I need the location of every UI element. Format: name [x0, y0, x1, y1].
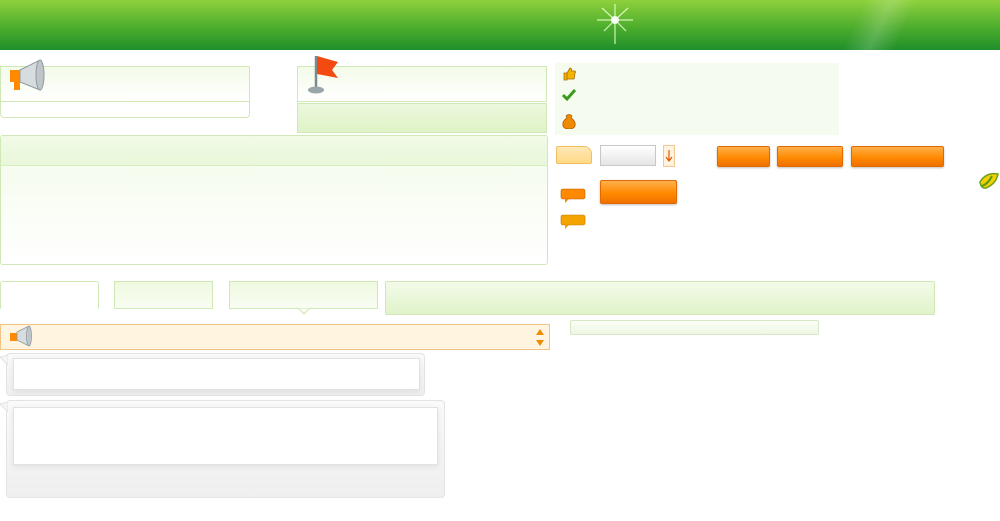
thumbs-up-icon	[562, 67, 576, 84]
tab-2[interactable]	[114, 281, 213, 309]
content-panel-header	[1, 136, 547, 166]
comment-input-2[interactable]	[13, 407, 438, 465]
megaphone-icon	[10, 325, 32, 347]
action-button-3[interactable]	[851, 146, 944, 167]
progress-strip	[570, 320, 819, 335]
comment-bubble-1	[6, 353, 425, 396]
notice-panel-bar	[297, 103, 547, 133]
action-button-1[interactable]	[717, 146, 770, 167]
primary-action-button[interactable]	[600, 180, 677, 204]
header-banner	[0, 0, 1000, 50]
bubble-pointer-2	[0, 402, 8, 412]
announcement-panel-footer	[0, 102, 250, 118]
text-input[interactable]	[600, 145, 656, 166]
header-light-streak	[760, 0, 1000, 50]
status-list	[555, 63, 839, 135]
tab-3[interactable]	[229, 281, 378, 309]
megaphone-icon	[10, 59, 45, 91]
corn-icon	[978, 172, 1000, 193]
arrow-down-icon	[665, 150, 673, 162]
search-bar-panel	[385, 281, 935, 315]
flag-icon	[308, 56, 338, 94]
comment-input-1[interactable]	[13, 358, 420, 390]
hot-badge-icon	[560, 188, 586, 207]
tab-1[interactable]	[0, 281, 99, 309]
scroll-arrows-icon[interactable]	[535, 328, 545, 348]
dandelion-icon	[597, 4, 633, 44]
checkmark-icon	[561, 88, 577, 105]
comment-bubble-2	[6, 400, 445, 498]
money-bag-icon	[560, 113, 578, 132]
content-panel	[0, 135, 548, 265]
tab-pointer	[298, 308, 310, 315]
new-badge-icon	[560, 214, 586, 233]
tag-label	[556, 146, 592, 164]
sort-toggle[interactable]	[663, 145, 675, 167]
action-button-2[interactable]	[777, 146, 843, 167]
bubble-pointer-1	[0, 355, 8, 365]
ticker-bar	[0, 324, 550, 350]
